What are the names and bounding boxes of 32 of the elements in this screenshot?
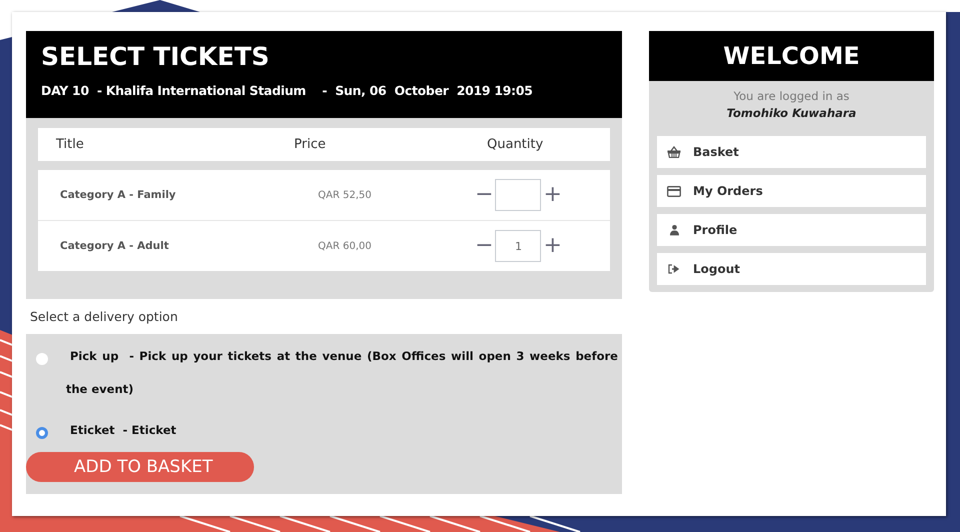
logout-icon: [667, 264, 681, 274]
quantity-field[interactable]: 1: [495, 230, 542, 262]
section-label: Select a delivery option: [29, 308, 179, 326]
column-header: Quantity: [486, 137, 544, 152]
menu-item[interactable]: Profile: [657, 214, 926, 246]
column-header: Price: [293, 137, 327, 152]
table-cell-text: QAR 60,00: [317, 240, 372, 252]
table-cell-text: QAR 52,50: [317, 190, 372, 200]
minus-button[interactable]: −: [473, 235, 496, 257]
user-name: Tomohiko Kuwahara: [726, 106, 858, 120]
add-to-basket-button[interactable]: ADD TO BASKET: [26, 452, 254, 482]
event-info: DAY 10 - Khalifa International Stadium - Sun, 06 October 2019 19:05: [41, 83, 534, 98]
table-cell-text: Category A - Family: [59, 189, 177, 201]
minus-button[interactable]: −: [473, 184, 496, 206]
radio-button[interactable]: [36, 427, 48, 439]
menu-item[interactable]: Logout: [657, 253, 926, 285]
option-label: Pick up - Pick up your tickets at the venue (Box Offices will open 3 weeks before the event): [66, 348, 618, 398]
column-header: Title: [55, 137, 85, 152]
quantity-field[interactable]: [495, 179, 542, 211]
table-cell-text: Category A - Adult: [59, 240, 170, 252]
radio-button[interactable]: [36, 353, 48, 365]
menu-item[interactable]: Basket: [657, 136, 926, 168]
plus-button[interactable]: +: [541, 184, 564, 206]
welcome-title: WELCOME: [723, 42, 860, 70]
option-label: Eticket - Eticket: [69, 422, 176, 439]
credit-card-icon: [667, 186, 681, 196]
basket-icon: [667, 146, 681, 158]
page-title: SELECT TICKETS: [41, 41, 270, 73]
login-status: You are logged in as: [732, 89, 850, 103]
person-icon: [667, 224, 681, 236]
plus-button[interactable]: +: [541, 235, 564, 257]
menu-item[interactable]: My Orders: [657, 175, 926, 207]
